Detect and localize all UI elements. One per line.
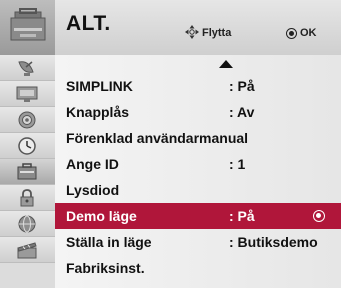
- setup-osd: ALT. Flytta OK SIMPLINK: På Knapplås: …: [0, 0, 341, 288]
- selected-radio-icon: [313, 210, 325, 222]
- sidebar-item-time[interactable]: [0, 133, 55, 159]
- monitor-picture-icon: [16, 86, 38, 102]
- clock-time-icon: [18, 137, 36, 155]
- menu-item-value: : På: [229, 78, 255, 94]
- sidebar-item-option[interactable]: [0, 159, 55, 185]
- menu-item-mode-setting[interactable]: Ställa in läge : Butiksdemo: [55, 229, 341, 255]
- menu-item-label: Lysdiod: [66, 182, 120, 198]
- sidebar-item-channel[interactable]: [0, 55, 55, 81]
- menu-item-set-id[interactable]: Ange ID : 1: [55, 151, 341, 177]
- menu-item-label: Ange ID: [66, 156, 119, 172]
- padlock-icon: [20, 189, 34, 207]
- satellite-dish-icon: [18, 61, 34, 76]
- option-menu-icon: [0, 0, 55, 55]
- sidebar-item-picture[interactable]: [0, 81, 55, 107]
- sidebar-item-media[interactable]: [0, 237, 55, 263]
- menu-item-label: Knapplås: [66, 104, 130, 120]
- scroll-up-icon[interactable]: [219, 60, 233, 68]
- menu-item-factory-reset[interactable]: Fabriksinst.: [55, 255, 341, 281]
- menu-item-value: : 1: [229, 156, 246, 172]
- option-briefcase-icon: [17, 163, 37, 180]
- option-menu-list: SIMPLINK : På Knapplås : Av Förenklad an…: [55, 55, 341, 288]
- menu-item-key-lock[interactable]: Knapplås : Av: [55, 99, 341, 125]
- menu-item-label: Demo läge: [66, 208, 137, 224]
- menu-item-label: Fabriksinst.: [66, 260, 145, 276]
- menu-item-value: : Butiksdemo: [229, 234, 318, 250]
- menu-item-label: Förenklad användarmanual: [66, 130, 249, 146]
- menu-item-value: : På: [229, 208, 255, 224]
- speaker-audio-icon: [18, 111, 36, 129]
- menu-item-value: : Av: [229, 104, 255, 120]
- globe-network-icon: [18, 215, 36, 233]
- menu-header: ALT. Flytta OK: [0, 0, 341, 55]
- page-title: ALT.: [66, 12, 111, 35]
- category-sidebar: [0, 55, 55, 288]
- menu-item-simple-manual[interactable]: Förenklad användarmanual: [55, 125, 341, 151]
- hint-move-label: Flytta: [202, 27, 232, 39]
- sidebar-item-network[interactable]: [0, 211, 55, 237]
- menu-item-label: SIMPLINK: [66, 78, 133, 94]
- menu-item-simplink[interactable]: SIMPLINK : På: [55, 73, 341, 99]
- sidebar-item-lock[interactable]: [0, 185, 55, 211]
- menu-item-led[interactable]: Lysdiod: [55, 177, 341, 203]
- four-way-arrows-icon: [185, 25, 199, 39]
- sidebar-item-audio[interactable]: [0, 107, 55, 133]
- ok-circle-icon: [286, 28, 297, 39]
- menu-item-demo-mode[interactable]: Demo läge : På: [55, 203, 341, 229]
- menu-item-label: Ställa in läge: [66, 234, 152, 250]
- hint-ok-label: OK: [300, 27, 317, 39]
- clapperboard-media-icon: [17, 242, 37, 259]
